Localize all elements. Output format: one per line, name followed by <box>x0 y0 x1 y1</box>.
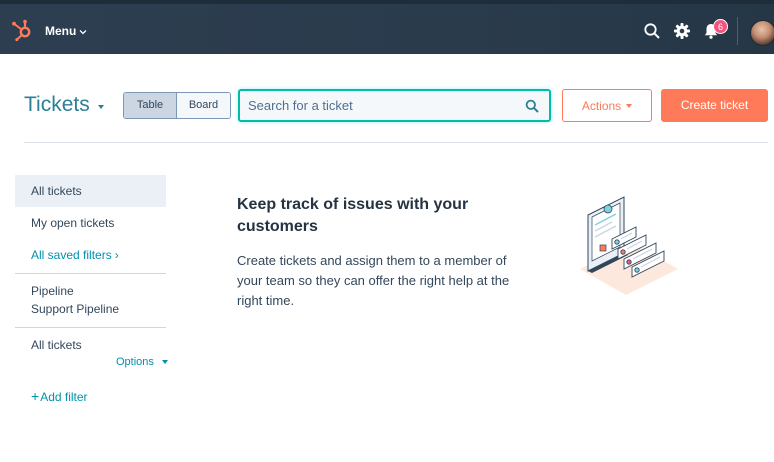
search-icon[interactable] <box>525 99 539 113</box>
all-saved-filters-link[interactable]: All saved filters › <box>15 239 166 271</box>
notification-count-badge: 6 <box>713 19 728 34</box>
caret-down-icon <box>626 103 633 108</box>
chevron-right-icon: › <box>114 248 119 262</box>
pipeline-selector[interactable]: Support Pipeline <box>15 299 166 327</box>
table-view-button[interactable]: Table <box>124 93 177 118</box>
chevron-down-icon <box>79 29 87 34</box>
main-menu-label: Menu <box>45 24 77 38</box>
top-navigation-bar: Menu 6 <box>0 0 774 54</box>
view-options-label: Options <box>116 356 154 368</box>
nav-divider <box>737 17 738 45</box>
plus-icon: + <box>31 388 40 404</box>
sidebar-item-all-tickets[interactable]: All tickets <box>15 175 166 207</box>
empty-state-title: Keep track of issues with your customers <box>237 196 469 235</box>
caret-down-icon <box>97 104 104 109</box>
filters-sidebar: All tickets My open tickets All saved fi… <box>15 175 168 404</box>
actions-label: Actions <box>581 98 622 113</box>
add-filter-link[interactable]: +Add filter <box>31 388 88 404</box>
pipeline-heading: Pipeline <box>31 284 74 298</box>
user-avatar[interactable] <box>750 20 774 46</box>
header-divider <box>24 142 768 143</box>
page-title: Tickets <box>24 93 90 116</box>
add-filter-label: Add filter <box>40 390 88 404</box>
board-view-button[interactable]: Board <box>177 93 230 118</box>
main-menu-button[interactable]: Menu <box>45 24 87 38</box>
ticket-search-box <box>238 89 551 122</box>
ticket-illustration <box>580 196 678 295</box>
gear-icon[interactable] <box>673 22 691 40</box>
empty-state-description: Create tickets and assign them to a memb… <box>237 253 510 308</box>
all-saved-filters-label: All saved filters <box>31 248 112 262</box>
page-title-dropdown[interactable]: Tickets <box>24 93 104 117</box>
view-toggle: Table Board <box>123 92 231 119</box>
search-icon[interactable] <box>643 22 661 40</box>
caret-down-icon <box>161 360 168 364</box>
sidebar-item-my-open-tickets[interactable]: My open tickets <box>15 207 166 239</box>
current-view-heading: All tickets <box>31 338 82 352</box>
hubspot-logo-icon[interactable] <box>10 18 34 42</box>
create-ticket-button[interactable]: Create ticket <box>661 89 768 122</box>
ticket-search-input[interactable] <box>240 91 549 120</box>
actions-dropdown-button[interactable]: Actions <box>562 89 652 122</box>
view-options-dropdown[interactable]: Options <box>116 356 168 368</box>
